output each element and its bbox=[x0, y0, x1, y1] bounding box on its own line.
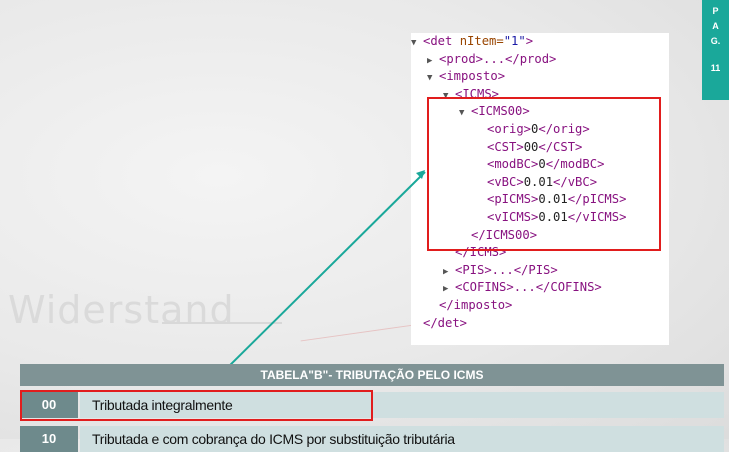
connector-line bbox=[212, 171, 426, 383]
table-row: 10 Tributada e com cobrança do ICMS por … bbox=[20, 426, 724, 452]
row-code: 10 bbox=[20, 426, 78, 452]
row-highlight-box bbox=[20, 390, 373, 421]
table-title: TABELA"B"- TRIBUTAÇÃO PELO ICMS bbox=[20, 364, 724, 386]
row-description: Tributada e com cobrança do ICMS por sub… bbox=[80, 426, 724, 452]
